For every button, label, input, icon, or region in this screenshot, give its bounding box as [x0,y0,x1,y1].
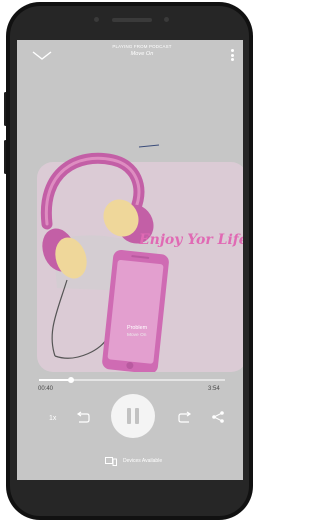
pause-button[interactable] [111,394,155,438]
now-playing-title: Move On [130,51,154,57]
devices-available-label: Devices Available [123,458,163,464]
replay-icon[interactable] [75,411,91,425]
devices-icon [105,457,117,466]
player-header: PLAYING FROM PODCAST Move On [17,40,243,70]
now-playing-label: PLAYING FROM PODCAST [112,44,172,49]
share-icon[interactable] [211,410,225,424]
more-vertical-icon[interactable] [229,48,235,64]
seek-bar[interactable] [39,376,225,384]
phone-camera [94,17,99,22]
devices-available-button[interactable]: Devices Available [105,457,195,467]
playback-speed-button[interactable]: 1x [49,415,56,422]
player-screen: PLAYING FROM PODCAST Move On Enjoy Yor L… [17,40,243,480]
seek-handle[interactable] [67,376,74,383]
total-duration: 3:54 [208,386,220,392]
seek-progress [39,379,71,381]
episode-title: Problem [127,325,148,331]
phone-sensor [164,17,169,22]
phone-speaker [112,18,152,22]
chevron-down-icon[interactable] [31,48,53,62]
episode-subtitle: Move On [127,333,147,338]
cover-brand-text: Enjoy Yor Life [139,232,243,248]
elapsed-time: 00:40 [38,386,54,392]
forward-icon[interactable] [177,411,193,425]
